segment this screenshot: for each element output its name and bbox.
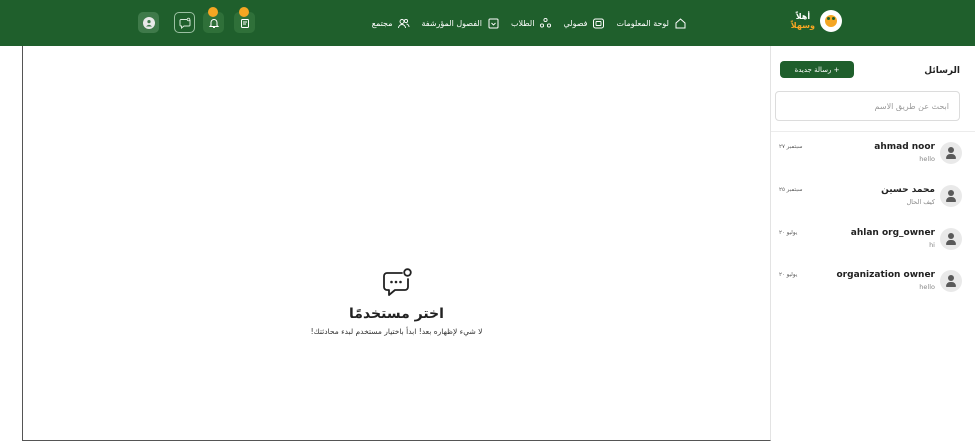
user-avatar-icon: [940, 228, 962, 250]
nav-students-label: الطلاب: [510, 18, 535, 28]
conversation-name: محمد حسين: [881, 185, 935, 195]
conversation-preview: hello: [919, 283, 935, 291]
archive-icon: [488, 18, 499, 28]
conversation-item[interactable]: organization owner hello يوليو ٢٠: [771, 262, 975, 302]
search-field[interactable]: [775, 91, 960, 121]
notification-dot: [208, 7, 218, 17]
conversation-time: سبتمبر ٢٧: [779, 144, 803, 150]
user-avatar-icon: [940, 270, 962, 292]
empty-state-description: لا شيء لإظهاره بعد! ابدأ باختيار مستخدم …: [310, 327, 483, 336]
bell-icon: [208, 18, 219, 28]
chat-panel: اختر مستخدمًا لا شيء لإظهاره بعد! ابدأ ب…: [22, 46, 771, 441]
logo-line1: أهلاً: [795, 12, 811, 21]
nav-archived-classes-label: الفصول المؤرشفة: [421, 18, 482, 28]
nav-students[interactable]: الطلاب: [511, 17, 553, 30]
empty-state: اختر مستخدمًا لا شيء لإظهاره بعد! ابدأ ب…: [23, 267, 770, 336]
conversation-item[interactable]: ahlan org_owner hi يوليو ٢٠: [771, 220, 975, 260]
logo-text: أهلاً وسهلاً: [791, 12, 815, 30]
avatar-icon: [142, 16, 155, 29]
top-navigation-bar: لوحة المعلومات فصولي الطلاب الفصول المؤر…: [0, 0, 975, 46]
notes-button[interactable]: [234, 7, 255, 33]
conversation-time: يوليو ٢٠: [779, 272, 798, 278]
chat-bubble-icon: [382, 268, 412, 296]
nav-community-label: مجتمع: [371, 18, 393, 28]
nav-my-classes[interactable]: فصولي: [563, 17, 605, 30]
user-avatar-icon: [940, 185, 962, 207]
conversation-name: organization owner: [836, 270, 936, 280]
nav-dashboard-label: لوحة المعلومات: [616, 18, 669, 28]
nav-community[interactable]: مجتمع: [372, 17, 411, 30]
conversation-item[interactable]: ahmad noor hello سبتمبر ٢٧: [771, 134, 975, 174]
nav-my-classes-label: فصولي: [563, 18, 588, 28]
home-icon: [675, 17, 686, 28]
conversation-preview: كيف الحال: [906, 198, 935, 206]
conversation-preview: hi: [929, 241, 935, 249]
nav-dashboard[interactable]: لوحة المعلومات: [616, 17, 687, 30]
user-avatar-button[interactable]: [138, 12, 159, 33]
empty-state-title: اختر مستخدمًا: [349, 306, 444, 322]
logo-mark-icon: [820, 10, 842, 32]
nav-archived-classes[interactable]: الفصول المؤرشفة: [421, 17, 499, 30]
clipboard-icon: [240, 18, 249, 28]
main-nav: لوحة المعلومات فصولي الطلاب الفصول المؤر…: [372, 0, 687, 46]
conversation-name: ahmad noor: [874, 142, 935, 152]
app-logo[interactable]: أهلاً وسهلاً: [791, 10, 842, 32]
search-input[interactable]: [776, 92, 959, 120]
conversation-name: ahlan org_owner: [850, 228, 935, 238]
messages-button[interactable]: [174, 12, 195, 33]
sidebar-divider: [771, 131, 975, 132]
logo-line2: وسهلاً: [790, 21, 815, 30]
messages-sidebar: الرسائل + رسالة جديدة ahmad noor hello س…: [771, 46, 975, 441]
students-icon: [540, 17, 552, 28]
chat-icon: [179, 17, 190, 29]
conversation-time: يوليو ٢٠: [779, 230, 798, 236]
classes-icon: [593, 18, 605, 28]
new-message-button[interactable]: + رسالة جديدة: [780, 61, 854, 78]
conversation-time: سبتمبر ٢٥: [779, 187, 803, 193]
conversation-preview: hello: [919, 155, 935, 163]
conversation-item[interactable]: محمد حسين كيف الحال سبتمبر ٢٥: [771, 177, 975, 217]
notes-dot: [239, 7, 249, 17]
user-avatar-icon: [940, 142, 962, 164]
messages-title: الرسائل: [924, 66, 960, 76]
notifications-button[interactable]: [203, 7, 224, 33]
community-icon: [398, 18, 410, 28]
